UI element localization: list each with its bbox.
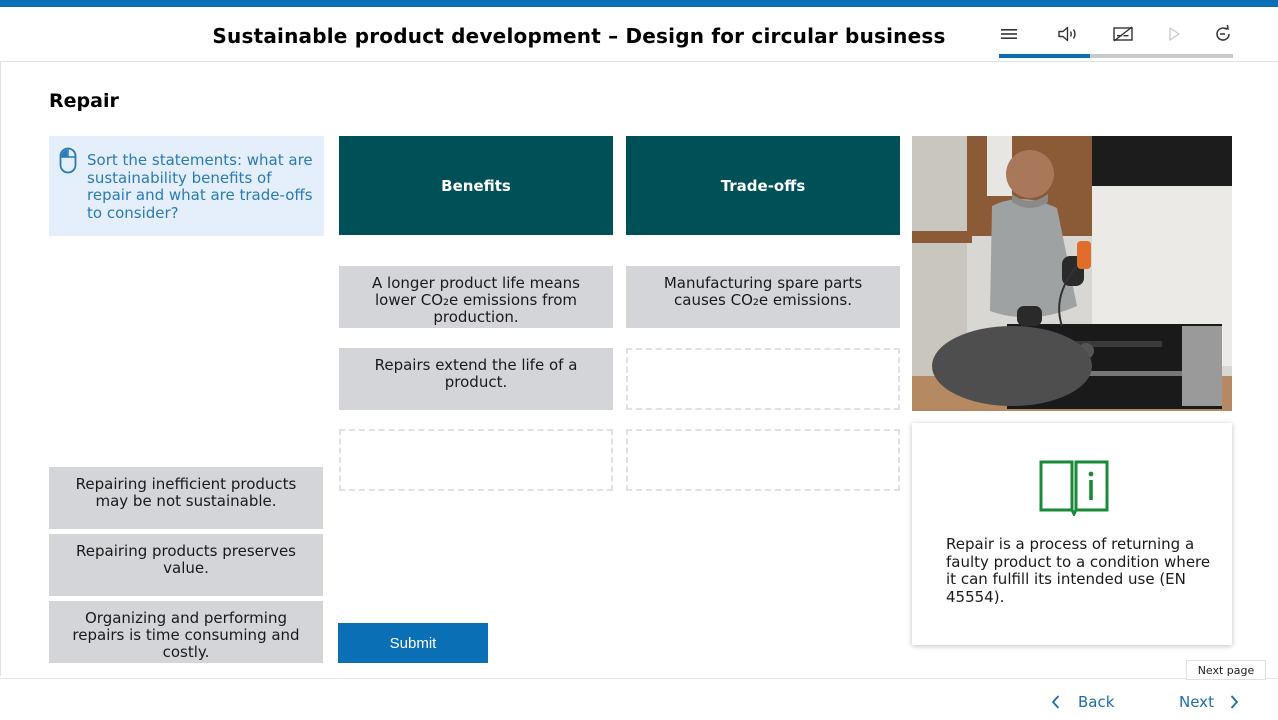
benefits-column-header: Benefits xyxy=(339,136,613,235)
book-info-icon xyxy=(1039,460,1109,516)
tradeoffs-drop-slot[interactable] xyxy=(626,348,900,410)
instruction-text: Sort the statements: what are sustainabi… xyxy=(87,151,313,222)
benefits-drop-slot[interactable] xyxy=(339,429,613,491)
captions-button[interactable] xyxy=(1110,22,1136,46)
mouse-icon xyxy=(59,147,77,174)
submit-button[interactable]: Submit xyxy=(338,623,488,663)
pool-statement-card[interactable]: Organizing and performing repairs is tim… xyxy=(49,601,323,663)
tradeoffs-drop-slot[interactable] xyxy=(626,429,900,491)
pool-statement-card[interactable]: Repairing products preserves value. xyxy=(49,534,323,596)
chevron-right-icon xyxy=(1230,695,1239,709)
play-icon xyxy=(1169,27,1180,41)
speaker-icon xyxy=(1058,26,1076,42)
menu-icon xyxy=(1001,29,1017,39)
next-page-tooltip: Next page xyxy=(1186,660,1266,680)
instruction-box: Sort the statements: what are sustainabi… xyxy=(49,136,324,236)
next-button[interactable]: Next xyxy=(1179,690,1240,714)
repair-technician-photo xyxy=(912,136,1232,411)
definition-text: Repair is a process of returning a fault… xyxy=(946,535,1211,606)
play-button[interactable] xyxy=(1161,22,1187,46)
statement-card[interactable]: Repairs extend the life of a product. xyxy=(339,348,613,410)
menu-button[interactable] xyxy=(996,22,1022,46)
course-title: Sustainable product development – Design… xyxy=(212,24,946,48)
progress-bar xyxy=(999,54,1233,58)
progress-fill xyxy=(999,54,1091,58)
restart-icon xyxy=(1216,24,1230,41)
tradeoffs-column-header: Trade-offs xyxy=(626,136,900,235)
left-border xyxy=(0,61,1,676)
top-accent-bar xyxy=(0,0,1278,7)
header-bar: Sustainable product development – Design… xyxy=(0,7,1278,62)
statement-card[interactable]: Manufacturing spare parts causes CO₂e em… xyxy=(626,266,900,328)
next-label: Next xyxy=(1179,693,1214,711)
pool-statement-card[interactable]: Repairing inefficient products may be no… xyxy=(49,467,323,529)
statement-card[interactable]: A longer product life means lower CO₂e e… xyxy=(339,266,613,328)
captions-off-icon xyxy=(1113,26,1133,42)
audio-button[interactable] xyxy=(1055,22,1081,46)
back-label: Back xyxy=(1078,693,1115,711)
restart-button[interactable] xyxy=(1210,22,1236,46)
chevron-left-icon xyxy=(1051,695,1060,709)
definition-box: Repair is a process of returning a fault… xyxy=(912,423,1232,645)
page-title: Repair xyxy=(49,90,119,112)
back-button[interactable]: Back xyxy=(1050,690,1114,714)
